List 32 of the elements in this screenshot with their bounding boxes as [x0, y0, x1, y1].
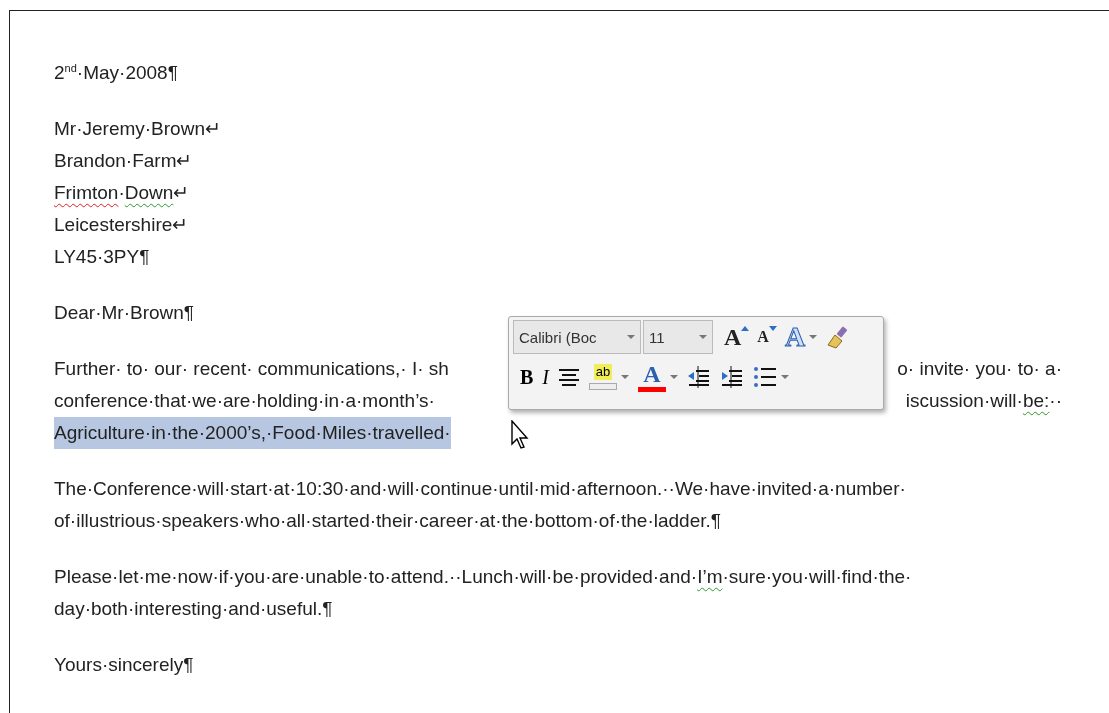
grow-font-button[interactable]: A: [721, 320, 753, 354]
document-text: Mr·Jeremy·Brown↵: [54, 117, 222, 141]
decrease-indent-icon: [687, 365, 711, 389]
highlight-button[interactable]: ab: [586, 360, 632, 394]
selected-text: Agriculture·in·the·2000’s,·Food·Miles·travelled·: [54, 417, 451, 449]
bulleted-list-icon: [753, 365, 777, 389]
document-text: 2$^{nd}$·May·2008¶: [54, 60, 178, 85]
font-name-dropdown[interactable]: Calibri (Boc: [513, 320, 641, 354]
font-color-button[interactable]: A: [635, 360, 681, 394]
center-align-icon: [558, 367, 580, 387]
shrink-font-button[interactable]: A: [754, 320, 780, 354]
dropdown-caret-icon: [627, 335, 635, 339]
italic-button[interactable]: I: [539, 360, 552, 394]
document-text: Further· to· our· recent· communications,· I· sh: [54, 357, 449, 381]
mouse-pointer-icon: [511, 420, 531, 450]
document-text: iscussion·will·be:··: [905, 389, 1062, 413]
document-text: Brandon·Farm↵: [54, 149, 194, 173]
increase-indent-icon: [720, 365, 744, 389]
document-text: Please·let·me·now·if·you·are·unable·to·attend.··Lunch·will·be·provided·and·I’m·sure·you·will·find·the·: [54, 565, 913, 589]
document-text: The·Conference·will·start·at·10:30·and·will·continue·until·mid·afternoon.··We·have·invited·a·number·: [54, 477, 907, 501]
document-text: Yours·sincerely¶: [54, 653, 194, 677]
document-text: Dear·Mr·Brown¶: [54, 301, 195, 325]
font-size-dropdown[interactable]: 11: [643, 320, 713, 354]
document-text: Leicestershire↵: [54, 213, 190, 237]
document-text: LY45·3PY¶: [54, 245, 150, 269]
document-text: o· invite· you· to· a·: [897, 357, 1062, 381]
document-text: of·illustrious·speakers·who·all·started·their·career·at·the·bottom·of·the·ladder.¶: [54, 509, 721, 533]
document-text: conference·that·we·are·holding·in·a·month’s·: [54, 389, 435, 413]
dropdown-caret-icon: [699, 335, 707, 339]
document-text: day·both·interesting·and·useful.¶: [54, 597, 333, 621]
bold-button[interactable]: B: [517, 360, 537, 394]
document-text: Frimton·Down↵: [54, 181, 191, 205]
